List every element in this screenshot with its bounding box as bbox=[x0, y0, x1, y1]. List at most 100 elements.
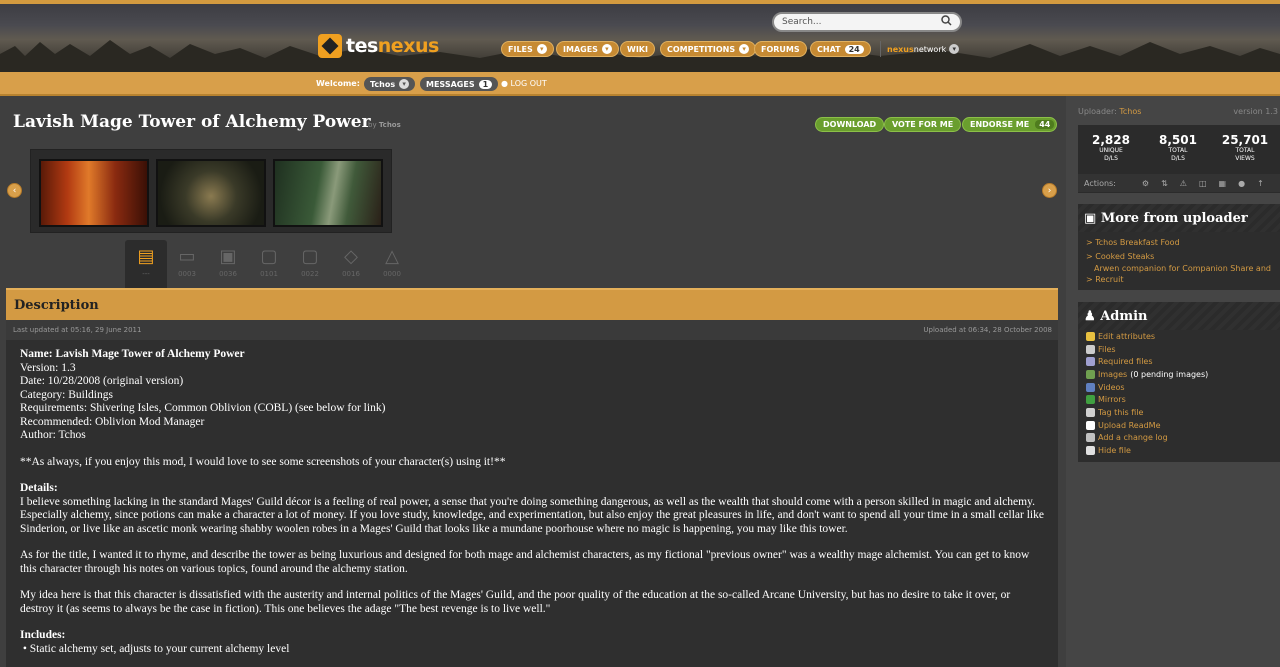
nav-images-label: IMAGES bbox=[563, 44, 598, 54]
nav-competitions-label: COMPETITIONS bbox=[667, 44, 736, 54]
endorse-count: 44 bbox=[1035, 120, 1055, 129]
info-category: Category: Buildings bbox=[20, 388, 113, 401]
admin-item-icon bbox=[1086, 331, 1095, 341]
vote-button[interactable]: VOTE FOR ME bbox=[884, 117, 962, 132]
admin-link-label: Images bbox=[1098, 369, 1128, 379]
tab-images[interactable]: ▣ 0036 bbox=[207, 240, 249, 288]
admin-user-icon: ♟ bbox=[1084, 309, 1096, 324]
logout-link[interactable]: ● LOG OUT bbox=[501, 79, 547, 88]
admin-link-label: Upload ReadMe bbox=[1098, 420, 1161, 430]
tab-versions[interactable]: △ 0000 bbox=[371, 240, 413, 288]
document-icon: ▤ bbox=[137, 246, 155, 267]
up-icon[interactable]: ↑ bbox=[1257, 179, 1264, 188]
admin-link-label: Files bbox=[1098, 344, 1116, 354]
nav-wiki-label: WIKI bbox=[627, 44, 648, 54]
admin-item-icon bbox=[1086, 382, 1095, 392]
admin-link-label: Edit attributes bbox=[1098, 331, 1156, 341]
uploader-file-link[interactable]: > Cooked Steaks bbox=[1078, 250, 1280, 264]
info-author: Author: Tchos bbox=[20, 429, 86, 441]
tab-label: 0022 bbox=[301, 270, 319, 278]
save-icon[interactable]: ▦ bbox=[1219, 179, 1227, 188]
details-section: Details: I believe something lacking in … bbox=[20, 482, 1044, 536]
uploader-file-link[interactable]: Arwen companion for Companion Share and bbox=[1078, 264, 1280, 275]
network-label: nexusnetwork bbox=[887, 44, 947, 54]
nexus-network-menu[interactable]: nexusnetwork ▾ bbox=[880, 41, 960, 57]
admin-link[interactable]: Mirrors bbox=[1078, 393, 1280, 406]
messages-label: MESSAGES bbox=[426, 79, 475, 89]
admin-item-icon bbox=[1086, 433, 1095, 443]
nav-files-label: FILES bbox=[508, 44, 533, 54]
gallery-next-arrow-icon[interactable]: › bbox=[1042, 183, 1057, 198]
chevron-down-icon: ▾ bbox=[601, 44, 612, 54]
nav-images[interactable]: IMAGES ▾ bbox=[556, 41, 619, 57]
messages-button[interactable]: MESSAGES 1 bbox=[420, 77, 499, 91]
author-link[interactable]: Tchos bbox=[379, 121, 401, 129]
search-icon[interactable] bbox=[941, 15, 952, 29]
endorse-label: ENDORSE ME bbox=[970, 120, 1030, 129]
nav-forums[interactable]: FORUMS bbox=[754, 41, 807, 57]
admin-link-label: Videos bbox=[1098, 382, 1125, 392]
report-icon[interactable]: ⚠ bbox=[1180, 179, 1187, 188]
uploader-file-link[interactable]: > Tchos Breakfast Food bbox=[1078, 236, 1280, 250]
uploader-info: Uploader: Tchos bbox=[1078, 107, 1142, 116]
tab-files[interactable]: ▭ 0003 bbox=[166, 240, 208, 288]
nav-wiki[interactable]: WIKI bbox=[620, 41, 655, 57]
info-requirements: Requirements: Shivering Isles, Common Ob… bbox=[20, 402, 386, 414]
uploader-link[interactable]: Tchos bbox=[1119, 107, 1141, 116]
admin-title: Admin bbox=[1100, 309, 1148, 324]
download-button[interactable]: DOWNLOAD bbox=[815, 117, 885, 132]
gallery-thumbnail[interactable] bbox=[39, 159, 149, 227]
admin-panel: ♟ Admin Edit attributes Files Required fil… bbox=[1078, 302, 1280, 462]
details-text: I believe something lacking in the stand… bbox=[20, 495, 1044, 535]
gallery-thumbnail[interactable] bbox=[273, 159, 383, 227]
floppy-icon: ▣ bbox=[1084, 211, 1097, 226]
tab-description[interactable]: ▤ --- bbox=[125, 240, 167, 288]
search-input[interactable]: Search... bbox=[772, 12, 962, 32]
more-from-uploader-title: More from uploader bbox=[1100, 211, 1248, 226]
admin-link[interactable]: Add a change log bbox=[1078, 432, 1280, 445]
admin-link[interactable]: Tag this file bbox=[1078, 406, 1280, 419]
idea-paragraph: My idea here is that this character is d… bbox=[20, 589, 1011, 615]
gallery-prev-arrow-icon[interactable]: ‹ bbox=[7, 183, 22, 198]
folder-icon: ▭ bbox=[178, 246, 196, 267]
user-menu[interactable]: Tchos ▾ bbox=[364, 77, 416, 91]
tab-tags[interactable]: ◇ 0016 bbox=[330, 240, 372, 288]
tab-comments[interactable]: ▢ 0101 bbox=[248, 240, 290, 288]
endorse-button[interactable]: ENDORSE ME 44 bbox=[962, 117, 1058, 132]
nav-chat-label: CHAT bbox=[817, 44, 841, 54]
info-version: Version: 1.3 bbox=[20, 361, 76, 374]
admin-link-label: Hide file bbox=[1098, 446, 1131, 456]
image-icon: ▣ bbox=[219, 246, 237, 267]
triangle-icon: △ bbox=[385, 246, 399, 267]
gallery-thumbnail[interactable] bbox=[156, 159, 266, 227]
admin-link-label: Tag this file bbox=[1098, 407, 1144, 417]
file-info: Name: Lavish Mage Tower of Alchemy Power… bbox=[20, 348, 1044, 443]
image-gallery bbox=[30, 149, 392, 233]
admin-link[interactable]: Required files bbox=[1078, 355, 1280, 368]
download-label: DOWNLOAD bbox=[823, 120, 877, 129]
nav-chat[interactable]: CHAT 24 bbox=[810, 41, 871, 57]
admin-link[interactable]: Files bbox=[1078, 343, 1280, 356]
admin-link[interactable]: Upload ReadMe bbox=[1078, 419, 1280, 432]
nav-competitions[interactable]: COMPETITIONS ▾ bbox=[660, 41, 757, 57]
admin-link[interactable]: Edit attributes bbox=[1078, 330, 1280, 343]
stat-unique-downloads: 2,828 UNIQUE D/LS bbox=[1092, 133, 1130, 162]
admin-link[interactable]: Videos bbox=[1078, 381, 1280, 394]
globe-icon[interactable]: ● bbox=[1238, 179, 1245, 188]
uploader-file-link[interactable]: > Recruit bbox=[1078, 275, 1280, 286]
chevron-down-icon: ▾ bbox=[949, 44, 960, 54]
track-icon[interactable]: ⇅ bbox=[1161, 179, 1168, 188]
share-icon[interactable]: ◫ bbox=[1199, 179, 1207, 188]
actions-label: Actions: bbox=[1084, 178, 1116, 188]
chevron-down-icon: ▾ bbox=[536, 44, 547, 54]
stat-total-views: 25,701 TOTAL VIEWS bbox=[1221, 133, 1269, 162]
gear-icon[interactable]: ⚙ bbox=[1142, 179, 1149, 188]
tab-label: --- bbox=[142, 270, 150, 278]
tab-label: 0003 bbox=[178, 270, 196, 278]
admin-item-icon bbox=[1086, 357, 1095, 367]
site-logo[interactable]: tesnexus bbox=[318, 34, 439, 58]
admin-link[interactable]: Hide file bbox=[1078, 444, 1280, 457]
admin-link[interactable]: Images (0 pending images) bbox=[1078, 368, 1280, 381]
tab-forum[interactable]: ▢ 0022 bbox=[289, 240, 331, 288]
nav-files[interactable]: FILES ▾ bbox=[501, 41, 554, 57]
